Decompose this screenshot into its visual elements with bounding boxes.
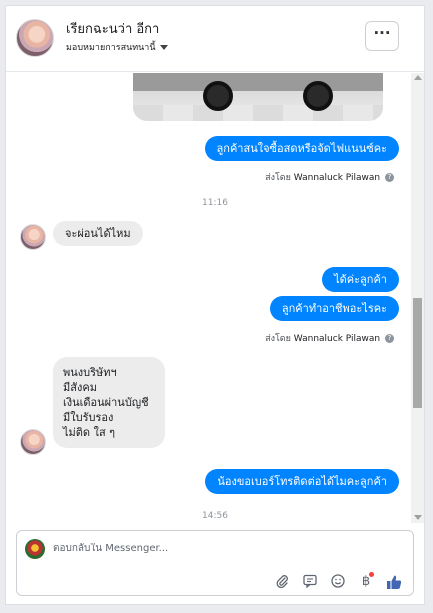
thread-scrollbar[interactable] bbox=[411, 73, 424, 523]
notification-dot bbox=[369, 572, 374, 577]
thumbs-up-icon[interactable] bbox=[385, 573, 403, 591]
message-line: เงินเดือนผ่านบัญชี bbox=[63, 396, 149, 409]
info-icon[interactable]: ? bbox=[385, 334, 394, 343]
outgoing-message[interactable]: ลูกค้าทำอาชีพอะไรคะ bbox=[269, 296, 399, 321]
paperclip-icon[interactable] bbox=[273, 573, 291, 591]
page-avatar bbox=[25, 539, 45, 559]
timestamp: 14:56 bbox=[202, 511, 228, 521]
conversation-header: เรียกฉะนว่า อีกา มอบหมายการสนทนานี้ ··· bbox=[6, 6, 424, 72]
message-line: มีใบรับรอง bbox=[63, 411, 114, 424]
scroll-up-arrow-icon[interactable] bbox=[414, 75, 422, 80]
photo-wheel bbox=[203, 81, 233, 111]
message-line: ไม่ติด ใส ๆ bbox=[63, 426, 116, 439]
contact-avatar[interactable] bbox=[16, 19, 54, 57]
message-line: มีสังคม bbox=[63, 381, 97, 394]
chat-bubble-icon[interactable] bbox=[301, 573, 319, 591]
photo-floor bbox=[133, 105, 383, 121]
sent-by-prefix: ส่งโดย bbox=[265, 173, 291, 183]
message-line: พนงบริษัทฯ bbox=[63, 366, 117, 379]
message-thread: ลูกค้าสนใจซื้อสดหรือจัดไฟแนนซ์คะ ส่งโดย … bbox=[6, 73, 424, 523]
more-options-button[interactable]: ··· bbox=[365, 21, 399, 51]
scrollbar-thumb[interactable] bbox=[413, 298, 422, 408]
sent-by-name: Wannaluck Pilawan bbox=[293, 173, 381, 183]
baht-payment-icon[interactable]: ฿ bbox=[357, 572, 375, 591]
incoming-message[interactable]: จะผ่อนได้ไหม bbox=[53, 221, 143, 246]
incoming-message[interactable]: พนงบริษัทฯ มีสังคม เงินเดือนผ่านบัญชี มี… bbox=[53, 357, 165, 448]
paperclip-icon-svg bbox=[276, 575, 288, 588]
messenger-panel: เรียกฉะนว่า อีกา มอบหมายการสนทนานี้ ··· … bbox=[5, 5, 425, 605]
info-icon[interactable]: ? bbox=[385, 173, 394, 182]
photo-car-body bbox=[133, 73, 383, 91]
outgoing-message[interactable]: น้องขอเบอร์โทรติดต่อได้ไมคะลูกค้า bbox=[205, 469, 399, 494]
outgoing-message[interactable]: ลูกค้าสนใจซื้อสดหรือจัดไฟแนนซ์คะ bbox=[204, 136, 399, 161]
smiley-icon[interactable] bbox=[329, 573, 347, 591]
car-photo-attachment[interactable] bbox=[133, 73, 383, 121]
sent-by-label: ส่งโดย Wannaluck Pilawan ? bbox=[265, 331, 394, 345]
sent-by-label: ส่งโดย Wannaluck Pilawan ? bbox=[265, 170, 394, 184]
outgoing-message[interactable]: ได้ค่ะลูกค้า bbox=[322, 267, 399, 292]
contact-avatar-small bbox=[20, 224, 46, 250]
caret-down-icon bbox=[159, 45, 168, 50]
contact-avatar-small bbox=[20, 429, 46, 455]
message-composer: ฿ bbox=[16, 530, 414, 596]
thumbs-up-icon-svg bbox=[387, 575, 402, 589]
assign-conversation-dropdown[interactable]: มอบหมายการสนทนานี้ bbox=[66, 40, 168, 54]
smiley-icon-svg bbox=[331, 574, 345, 588]
sent-by-name: Wannaluck Pilawan bbox=[293, 334, 381, 344]
assign-label: มอบหมายการสนทนานี้ bbox=[66, 43, 156, 53]
photo-wheel bbox=[303, 81, 333, 111]
sent-by-prefix: ส่งโดย bbox=[265, 334, 291, 344]
timestamp: 11:16 bbox=[202, 198, 228, 208]
reply-input[interactable] bbox=[53, 543, 353, 554]
scroll-down-arrow-icon[interactable] bbox=[414, 515, 422, 520]
chat-bubble-icon-svg bbox=[303, 574, 317, 589]
contact-name[interactable]: เรียกฉะนว่า อีกา bbox=[66, 18, 159, 39]
